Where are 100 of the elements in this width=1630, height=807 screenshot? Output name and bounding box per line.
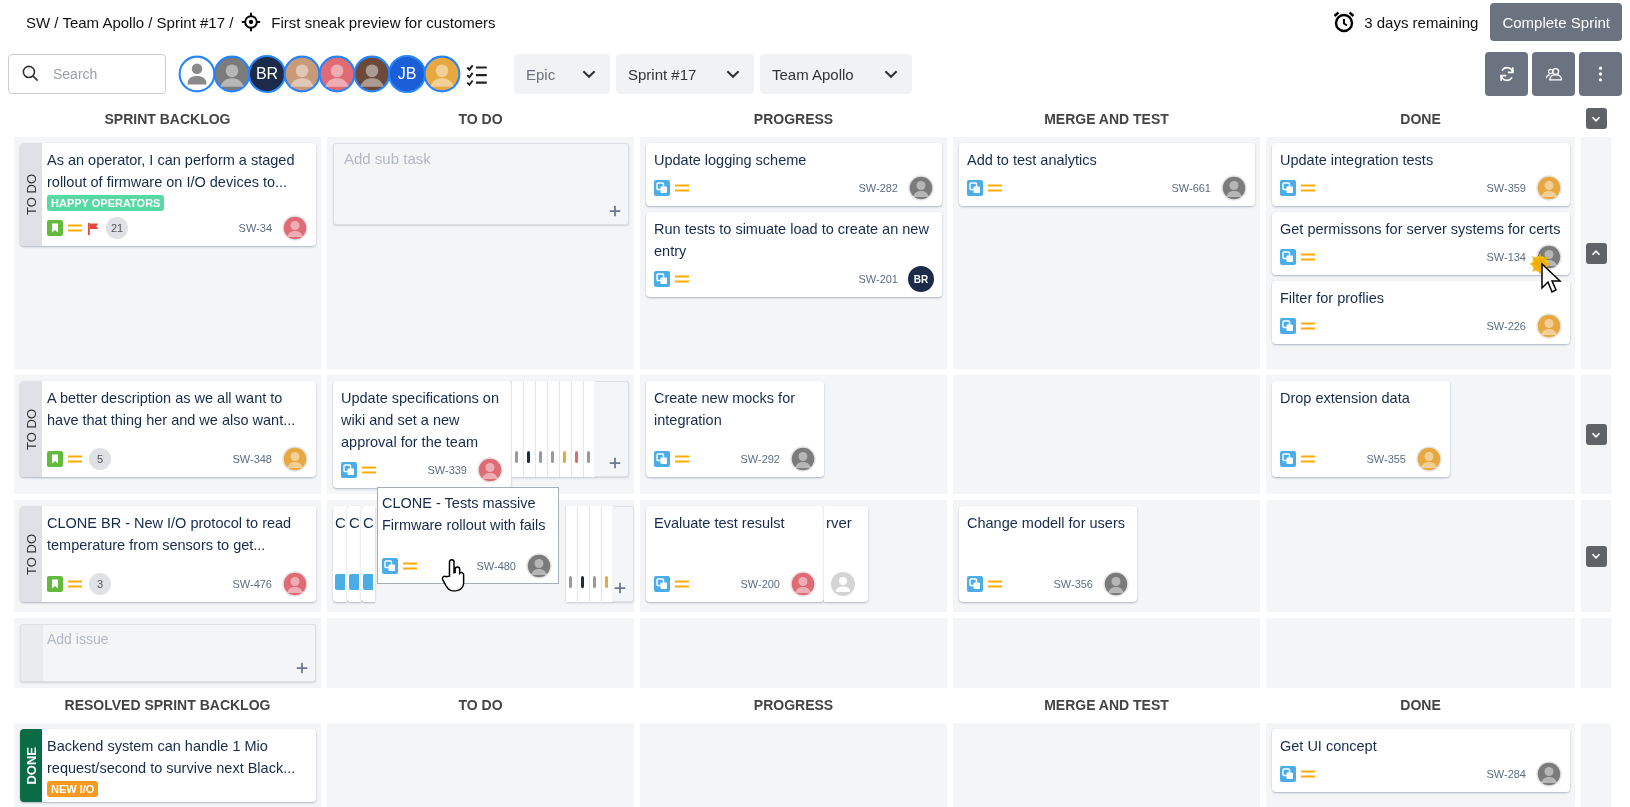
plus-icon[interactable] [608,456,622,470]
issue-card[interactable]: TO DO CLONE BR - New I/O protocol to read temperature from sensors to get... 3 SW-476 [20,506,316,602]
card-title: Filter for proflies [1280,289,1385,308]
breadcrumb: SW / Team Apollo / Sprint #17 / [26,13,234,31]
user-avatar[interactable]: BR [248,55,286,93]
issue-key[interactable]: SW-355 [1366,453,1406,465]
card-title: A better description as we all want to have that thing her and we also want... [47,389,297,430]
column-header: PROGRESS [752,696,835,715]
label-tag: NEW I/O [47,781,99,797]
lane-status: DONE [20,729,42,802]
more-vertical-icon [1598,65,1603,83]
search-field[interactable]: Search [8,54,166,94]
card-title: Update logging scheme [654,151,808,170]
issue-key[interactable]: SW-356 [1053,578,1093,590]
lane-toggle-button[interactable] [1585,242,1607,264]
issue-key[interactable]: SW-282 [858,182,898,194]
count-badge: 21 [106,217,128,239]
issue-key[interactable]: SW-134 [1486,251,1526,263]
issue-card[interactable]: Evaluate test resulst SW-200 [646,506,824,602]
assignee-avatar: BR [908,266,934,292]
stacked-card: C [361,506,375,602]
count-badge: 5 [89,448,111,470]
issue-card[interactable]: Run tests to simuate load to create an new entry SW-201 BR [646,212,942,297]
column-header: RESOLVED SPRINT BACKLOG [63,696,272,715]
column-header: PROGRESS [752,110,835,129]
issue-card[interactable]: Drop extension data SW-355 [1272,381,1450,477]
issue-card[interactable]: Filter for proflies SW-226 [1272,281,1570,344]
issue-card[interactable]: Get permissons for server systems for certs SW-134 [1272,212,1570,275]
issue-card[interactable]: Add to test analytics SW-661 [959,143,1255,206]
stacked-card: rver [824,506,868,602]
column-header: DONE [1399,696,1442,715]
issue-key[interactable]: SW-284 [1486,768,1526,780]
sprint-goal: First sneak preview for customers [271,13,496,31]
issue-card[interactable]: DONE Backend system can handle 1 Mio request/second to survive next Black... NEW I/O [20,729,316,802]
issue-key[interactable]: SW-480 [476,560,516,572]
column-header: MERGE AND TEST [1043,110,1170,129]
collapse-all-button[interactable] [1585,108,1607,129]
card-title: As an operator, I can perform a staged rollout of firmware on I/O devices to... [47,151,296,192]
avatar-icon[interactable] [423,55,461,93]
column-header: TO DO [457,110,504,129]
pointer-cursor-icon [1528,252,1562,296]
issue-key[interactable]: SW-476 [232,578,272,590]
issue-card[interactable]: Create new mocks for integration SW-292 [646,381,824,477]
lane-status: TO DO [20,143,42,246]
avatar-icon[interactable] [353,55,391,93]
column-header: TO DO [457,696,504,715]
card-title: Change modell for users [967,514,1126,533]
stacked-card: C [347,506,361,602]
issue-card[interactable]: Change modell for users SW-356 [959,506,1137,602]
add-placeholder: Add issue [47,631,109,649]
issue-card[interactable]: Update integration tests SW-359 [1272,143,1570,206]
days-remaining: 3 days remaining [1364,13,1479,31]
issue-key[interactable]: SW-359 [1486,182,1526,194]
complete-sprint-button[interactable]: Complete Sprint [1490,3,1622,41]
issue-card[interactable]: TO DO As an operator, I can perform a staged rollout of firmware on I/O devices to... HAPPY OPERATORS 21 SW-34 [20,143,316,246]
issue-key[interactable]: SW-200 [740,578,780,590]
filter-dropdown[interactable]: Team Apollo [760,54,912,94]
filter-dropdown[interactable]: Sprint #17 [616,54,754,94]
user-avatar[interactable]: JB [388,55,426,93]
label-tag: HAPPY OPERATORS [47,195,165,211]
plus-icon[interactable] [295,661,309,675]
issue-key[interactable]: SW-661 [1171,182,1211,194]
card-title: Create new mocks for integration [654,389,797,430]
column-header: DONE [1399,110,1442,129]
search-icon [21,64,40,83]
issue-key[interactable]: SW-348 [232,453,272,465]
issue-card[interactable]: TO DO A better description as we all want to have that thing her and we also want... 5 SW-348 [20,381,316,477]
lane-toggle-button[interactable] [1585,545,1607,567]
plus-icon[interactable] [613,581,627,595]
lane-status: TO DO [20,381,42,477]
card-title: Get permissons for server systems for certs [1280,220,1562,239]
refresh-button[interactable] [1485,52,1528,96]
plus-icon[interactable] [608,204,622,218]
card-title: CLONE BR - New I/O protocol to read temperature from sensors to get... [47,514,293,555]
card-title: Add to test analytics [967,151,1098,170]
column-header: MERGE AND TEST [1043,696,1170,715]
card-title: Drop extension data [1280,389,1411,408]
card-title: Update integration tests [1280,151,1435,170]
card-title: CLONE - Tests massive Firmware rollout with fails [382,494,547,535]
card-title: Backend system can handle 1 Mio request/second to survive next Black... [47,737,297,778]
user-icon[interactable] [178,55,216,93]
issue-card[interactable]: Get UI concept SW-284 [1272,729,1570,792]
lane-toggle-button[interactable] [1585,424,1607,445]
issue-key[interactable]: SW-339 [427,464,467,476]
column-header: SPRINT BACKLOG [103,110,232,129]
stacked-card: C [333,506,347,602]
issue-key[interactable]: SW-226 [1486,320,1526,332]
avatar-icon[interactable] [213,55,251,93]
card-title: Get UI concept [1280,737,1378,756]
issue-card[interactable]: Update specifications on wiki and set a new approval for the team SW-339 [333,381,511,488]
avatar-icon[interactable] [283,55,321,93]
filter-dropdown[interactable]: Epic [514,54,610,94]
issue-key[interactable]: SW-201 [858,273,898,285]
issue-key[interactable]: SW-34 [238,222,272,234]
issue-card[interactable]: Update logging scheme SW-282 [646,143,942,206]
count-badge: 3 [89,573,111,595]
issue-key[interactable]: SW-292 [740,453,780,465]
users-button[interactable] [1532,52,1575,96]
target-icon [241,12,262,32]
avatar-icon[interactable] [318,55,356,93]
